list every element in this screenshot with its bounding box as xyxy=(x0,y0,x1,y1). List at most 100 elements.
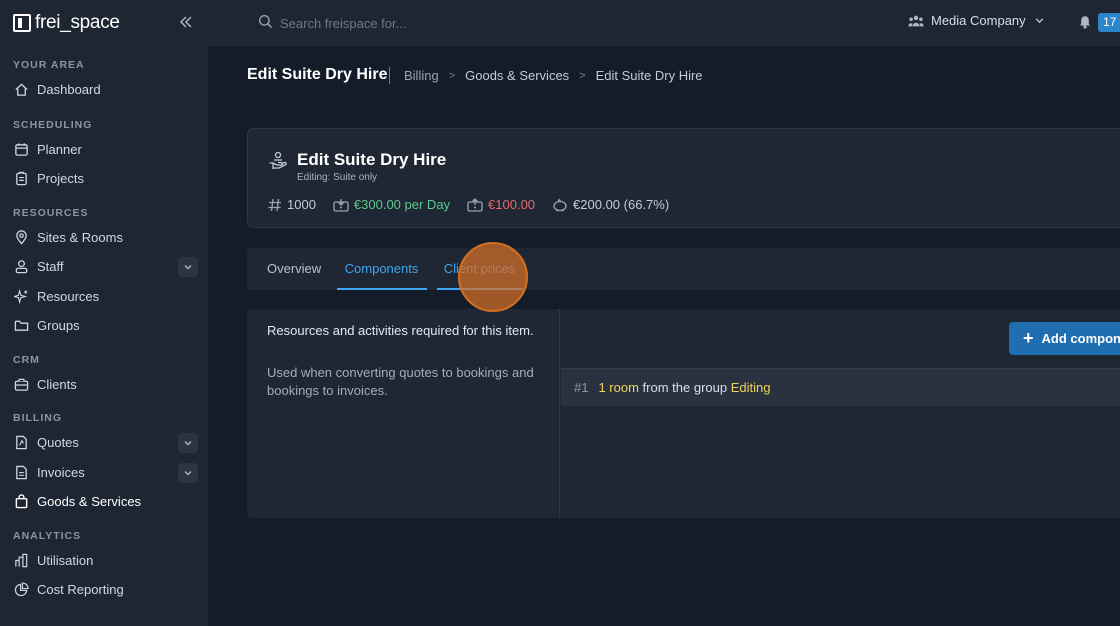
breadcrumb-current: Edit Suite Dry Hire xyxy=(595,68,703,83)
nav-resources[interactable]: Resources xyxy=(0,282,208,312)
nav-label: Sites & Rooms xyxy=(37,229,123,245)
nav-label: Staff xyxy=(37,259,64,275)
plus-icon: + xyxy=(1023,328,1034,348)
item-meta: 1000 €300.00 per Day €100.00 €200.00 (66… xyxy=(268,197,686,212)
item-summary-card: Edit Suite Dry Hire Editing: Suite only … xyxy=(247,128,1120,228)
breadcrumb-billing[interactable]: Billing xyxy=(404,68,439,83)
bar-chart-icon xyxy=(13,552,29,568)
nav-label: Cost Reporting xyxy=(37,582,124,598)
bell-icon[interactable] xyxy=(1078,14,1092,29)
tab-bar: Overview Components Client prices xyxy=(247,248,1120,290)
logo-text: frei_space xyxy=(35,12,120,33)
add-component-label: Add component xyxy=(1041,331,1120,346)
nav-cost-reporting[interactable]: Cost Reporting xyxy=(0,575,208,605)
section-resources: RESOURCES xyxy=(13,206,89,219)
price-tag-icon xyxy=(333,198,349,212)
section-crm: CRM xyxy=(13,353,40,366)
component-text: from the group xyxy=(638,380,731,395)
nav-label: Clients xyxy=(37,376,77,392)
shopping-bag-icon xyxy=(13,494,29,510)
tab-components[interactable]: Components xyxy=(343,248,420,290)
nav-label: Invoices xyxy=(37,464,85,480)
cost-icon xyxy=(467,197,483,212)
piggy-bank-icon xyxy=(553,197,567,211)
component-row[interactable]: #1 1 room from the group Editing xyxy=(561,368,1120,406)
nav-utilisation[interactable]: Utilisation xyxy=(0,546,208,576)
service-hand-icon xyxy=(269,151,287,169)
clipboard-icon xyxy=(13,171,29,187)
calendar-icon xyxy=(13,141,29,157)
chevron-down-icon xyxy=(184,470,192,475)
logo-icon xyxy=(13,14,31,32)
page-title: Edit Suite Dry Hire xyxy=(247,66,388,83)
item-margin: €200.00 (66.7%) xyxy=(552,197,669,212)
item-number: 1000 xyxy=(268,197,316,212)
item-price: €300.00 per Day xyxy=(333,197,450,212)
nav-label: Groups xyxy=(37,318,80,334)
breadcrumb-separator: > xyxy=(579,69,586,82)
nav-sites-rooms[interactable]: Sites & Rooms xyxy=(0,223,208,253)
nav-label: Goods & Services xyxy=(37,494,142,510)
nav-clients[interactable]: Clients xyxy=(0,370,208,400)
section-your-area: YOUR AREA xyxy=(13,59,85,71)
section-analytics: ANALYTICS xyxy=(13,529,82,542)
notification-badge[interactable]: 17 xyxy=(1098,13,1120,32)
expand-invoices-button[interactable] xyxy=(178,462,198,483)
hash-icon xyxy=(268,198,281,211)
nav-projects[interactable]: Projects xyxy=(0,164,208,194)
cursor-click-indicator xyxy=(458,242,528,312)
nav-groups[interactable]: Groups xyxy=(0,311,208,341)
nav-goods-services[interactable]: Goods & Services xyxy=(0,487,208,517)
breadcrumb-goods-services[interactable]: Goods & Services xyxy=(465,68,569,83)
company-name: Media Company xyxy=(931,13,1026,28)
tab-overview[interactable]: Overview xyxy=(267,248,321,290)
section-scheduling: SCHEDULING xyxy=(13,118,93,131)
double-chevron-left-icon xyxy=(179,16,192,28)
item-cost: €100.00 xyxy=(467,197,535,212)
nav-label: Projects xyxy=(37,171,84,187)
nav-label: Resources xyxy=(37,288,100,304)
component-quantity: 1 room xyxy=(598,380,639,395)
chevron-down-icon xyxy=(1035,18,1044,24)
expand-quotes-button[interactable] xyxy=(178,433,198,453)
pie-chart-icon xyxy=(13,582,29,598)
staff-icon xyxy=(13,259,29,275)
active-tab-indicator xyxy=(337,288,427,290)
sidebar: frei_space YOUR AREA Dashboard SCHEDULIN… xyxy=(0,0,208,626)
item-name: Edit Suite Dry Hire xyxy=(297,150,447,169)
search-icon xyxy=(258,14,273,29)
company-switcher[interactable]: Media Company xyxy=(908,13,1045,28)
nav-label: Utilisation xyxy=(37,552,94,568)
breadcrumb: Billing > Goods & Services > Edit Suite … xyxy=(404,68,703,83)
briefcase-icon xyxy=(13,376,29,392)
nav-label: Quotes xyxy=(37,435,79,451)
nav-quotes[interactable]: Quotes xyxy=(0,428,208,458)
item-subtitle: Editing: Suite only xyxy=(297,172,378,183)
chevron-down-icon xyxy=(184,441,192,446)
nav-label: Dashboard xyxy=(37,82,101,98)
components-panel: Resources and activities required for th… xyxy=(247,309,1120,518)
components-description-text: Resources and activities required for th… xyxy=(267,323,534,338)
component-group[interactable]: Editing xyxy=(731,380,771,395)
quote-document-icon xyxy=(13,435,29,451)
topbar: Media Company 17 xyxy=(208,0,1120,46)
components-note-text: Used when converting quotes to bookings … xyxy=(267,365,534,398)
nav-staff[interactable]: Staff xyxy=(0,252,208,282)
chevron-down-icon xyxy=(184,265,192,270)
section-billing: BILLING xyxy=(13,412,62,424)
people-icon xyxy=(908,15,924,26)
nav-invoices[interactable]: Invoices xyxy=(0,458,208,488)
location-pin-icon xyxy=(13,229,29,245)
search-input[interactable] xyxy=(280,12,580,34)
add-component-button[interactable]: + Add component xyxy=(1009,322,1120,355)
title-divider xyxy=(389,67,390,84)
folder-icon xyxy=(13,318,29,334)
component-number: #1 xyxy=(574,380,589,395)
components-description: Resources and activities required for th… xyxy=(247,309,560,518)
collapse-sidebar-button[interactable] xyxy=(176,12,196,32)
nav-planner[interactable]: Planner xyxy=(0,135,208,165)
expand-staff-button[interactable] xyxy=(178,257,198,277)
breadcrumb-separator: > xyxy=(448,69,456,82)
nav-dashboard[interactable]: Dashboard xyxy=(0,75,208,105)
sparkle-icon xyxy=(13,288,29,304)
